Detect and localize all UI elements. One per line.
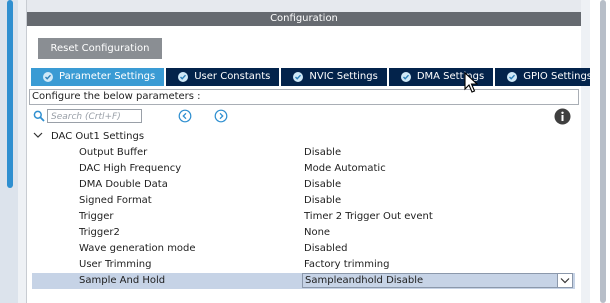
param-row[interactable]: DMA Double Data Disable (32, 177, 575, 193)
param-name: Trigger2 (79, 227, 120, 238)
param-row[interactable]: Signed Format Disable (32, 193, 575, 209)
section-label: DAC Out1 Settings (51, 131, 145, 142)
configuration-panel: Configuration Reset Configuration Parame… (26, 0, 601, 303)
chevron-down-icon[interactable] (33, 129, 43, 145)
mouse-pointer-icon (464, 71, 479, 97)
param-row[interactable]: DAC High Frequency Mode Automatic (32, 161, 575, 177)
param-value: Disable (304, 179, 342, 190)
top-gap (27, 0, 581, 12)
param-name: Output Buffer (79, 147, 148, 158)
param-row-selected[interactable]: Sample And Hold Sampleandhold Disable (32, 273, 575, 289)
param-value: Mode Automatic (304, 163, 386, 174)
chevron-down-icon[interactable] (557, 274, 572, 287)
tab-nvic-settings[interactable]: NVIC Settings (281, 68, 387, 86)
search-input[interactable]: Search (Crtl+F) (47, 109, 142, 123)
param-value: Disabled (304, 243, 348, 254)
check-circle-icon (178, 72, 189, 82)
right-scrollbar[interactable] (600, 0, 606, 303)
tab-label: User Constants (194, 71, 271, 82)
info-icon[interactable] (554, 108, 571, 128)
search-icon[interactable] (33, 110, 45, 125)
param-value: Factory trimming (304, 259, 390, 270)
check-circle-icon (507, 72, 518, 82)
tab-gpio-settings[interactable]: GPIO Settings (495, 68, 601, 86)
check-circle-icon (400, 72, 411, 82)
param-value: Timer 2 Trigger Out event (304, 211, 433, 222)
param-row[interactable]: Trigger Timer 2 Trigger Out event (32, 209, 575, 225)
param-row[interactable]: Wave generation mode Disabled (32, 241, 575, 257)
param-value: Disable (304, 147, 342, 158)
param-name: Signed Format (79, 195, 152, 206)
tab-user-constants[interactable]: User Constants (166, 68, 280, 86)
tab-label: GPIO Settings (523, 71, 592, 82)
param-row[interactable]: Output Buffer Disable (32, 145, 575, 161)
check-circle-icon (293, 72, 304, 82)
left-scroll-strip (0, 0, 18, 303)
param-row[interactable]: User Trimming Factory trimming (32, 257, 575, 273)
select-value: Sampleandhold Disable (305, 275, 424, 286)
param-name: DAC High Frequency (79, 163, 182, 174)
param-row[interactable]: Trigger2 None (32, 225, 575, 241)
param-name: Wave generation mode (79, 243, 196, 254)
search-toolbar: Search (Crtl+F) (33, 108, 577, 126)
param-name: User Trimming (79, 259, 152, 270)
section-dac-out1-settings[interactable]: DAC Out1 Settings (33, 129, 144, 145)
param-name: Trigger (79, 211, 114, 222)
tab-parameter-settings[interactable]: Parameter Settings (31, 68, 165, 86)
reset-configuration-button[interactable]: Reset Configuration (38, 38, 162, 59)
param-name: DMA Double Data (79, 179, 168, 190)
chevron-left-circle-icon[interactable] (178, 109, 192, 123)
right-scroll-strip (590, 0, 610, 303)
param-name: Sample And Hold (79, 275, 166, 286)
parameter-grid: Output Buffer Disable DAC High Frequency… (32, 145, 575, 289)
settings-tabs: Parameter Settings User Constants NVIC S… (31, 68, 603, 86)
chevron-right-circle-icon[interactable] (214, 109, 228, 123)
tab-label: NVIC Settings (309, 71, 378, 82)
panel-title: Configuration (27, 12, 581, 26)
param-value: Disable (304, 195, 342, 206)
check-circle-icon (43, 72, 53, 82)
sample-and-hold-select[interactable]: Sampleandhold Disable (302, 273, 573, 288)
left-scrollbar[interactable] (7, 0, 13, 188)
description-text: Configure the below parameters : (29, 89, 579, 105)
tab-label: Parameter Settings (59, 71, 156, 82)
param-value: None (304, 227, 331, 238)
